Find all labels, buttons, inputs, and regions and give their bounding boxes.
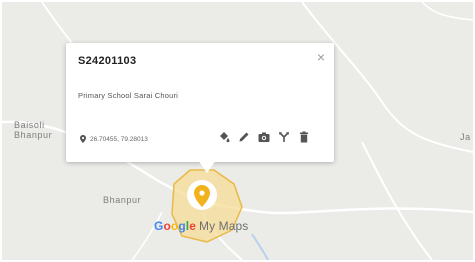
coordinates-text: 26.70455, 79.28013 xyxy=(90,135,148,143)
close-icon[interactable]: × xyxy=(317,50,325,64)
google-wordmark: Google xyxy=(154,219,196,233)
directions-icon[interactable] xyxy=(278,131,290,143)
google-my-maps-logo: Google My Maps xyxy=(154,219,248,233)
location-pin-icon xyxy=(80,135,86,143)
popup-toolbar xyxy=(218,131,310,143)
google-letter-g2: g xyxy=(178,219,186,233)
google-letter-e: e xyxy=(189,219,196,233)
popup-description: Primary School Sarai Chouri xyxy=(78,91,179,100)
trash-icon[interactable] xyxy=(298,131,310,143)
paint-bucket-icon[interactable] xyxy=(218,131,230,143)
info-popup: S24201103 × Primary School Sarai Chouri … xyxy=(66,43,334,162)
camera-icon[interactable] xyxy=(258,131,270,143)
product-name: My Maps xyxy=(198,219,249,233)
pencil-icon[interactable] xyxy=(238,131,250,143)
popup-title: S24201103 xyxy=(78,55,137,67)
popup-pointer xyxy=(198,160,216,173)
popup-coordinates: 26.70455, 79.28013 xyxy=(80,135,148,143)
google-letter-o1: o xyxy=(163,219,171,233)
